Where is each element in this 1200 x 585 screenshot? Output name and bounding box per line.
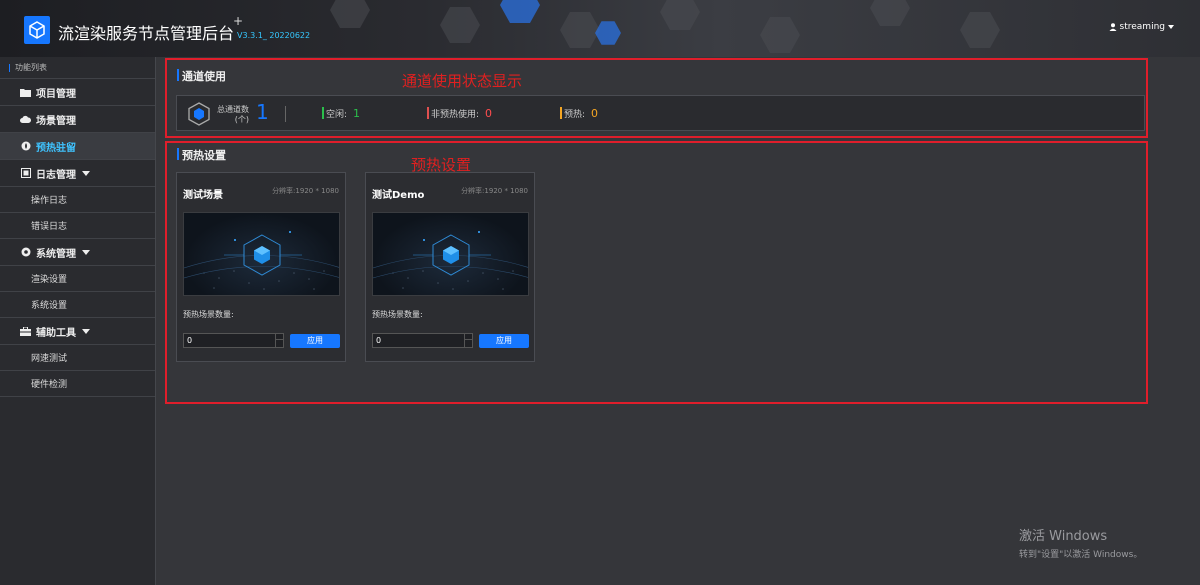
preheat-count-input[interactable] [372, 333, 473, 348]
channel-icon [188, 102, 210, 126]
decor-hex [660, 0, 700, 30]
decor-hex [440, 7, 480, 43]
channel-annotation: 通道使用状态显示 [402, 72, 523, 90]
sidebar-item-preheat[interactable]: 预热驻留 [0, 133, 155, 160]
app-version: V3.3.1_ 20220622 [237, 31, 311, 40]
decor-hex [960, 12, 1000, 48]
scene-card: 测试场景 分辨率:1920 * 1080 预热场景数量: 应用 [176, 172, 346, 362]
decor-hex [760, 17, 800, 53]
scene-card-title: 测试Demo [372, 190, 425, 201]
quantity-stepper[interactable] [275, 333, 284, 348]
sidebar-item-system-settings[interactable]: 系统设置 [0, 292, 155, 318]
chevron-down-icon [82, 328, 90, 334]
flame-icon [20, 141, 31, 152]
channel-title: 通道使用 [177, 68, 226, 84]
header: 流渲染服务节点管理后台 + V3.3.1_ 20220622 streaming [0, 0, 1200, 57]
gear-icon [20, 247, 31, 258]
sidebar-item-hardware-check[interactable]: 硬件检测 [0, 371, 155, 397]
sidebar-heading: 功能列表 [0, 57, 155, 79]
preheat-count-label: 预热场景数量: [183, 310, 234, 319]
app-title: 流渲染服务节点管理后台 [58, 24, 235, 43]
sidebar-item-speed-test[interactable]: 网速测试 [0, 345, 155, 371]
divider [285, 106, 286, 122]
toolbox-icon [20, 326, 31, 337]
scene-card: 测试Demo 分辨率:1920 * 1080 预热场景数量: 应用 [365, 172, 535, 362]
user-menu[interactable]: streaming [1109, 22, 1174, 32]
sidebar-item-system[interactable]: 系统管理 [0, 239, 155, 266]
sidebar-item-project[interactable]: 项目管理 [0, 79, 155, 106]
scene-card-resolution: 分辨率:1920 * 1080 [461, 187, 528, 195]
preheat-stat: 预热: 0 [560, 107, 598, 120]
scene-card-resolution: 分辨率:1920 * 1080 [272, 187, 339, 195]
apply-button[interactable]: 应用 [290, 334, 340, 348]
sidebar-item-tools[interactable]: 辅助工具 [0, 318, 155, 345]
folder-icon [20, 87, 31, 98]
chevron-down-icon [82, 170, 90, 176]
sidebar-item-scene[interactable]: 场景管理 [0, 106, 155, 133]
decor-hex [560, 12, 600, 48]
chevron-down-icon [82, 249, 90, 255]
user-name: streaming [1119, 22, 1165, 32]
decor-hex [500, 0, 540, 23]
sidebar-item-log[interactable]: 日志管理 [0, 160, 155, 187]
windows-activation-watermark: 激活 Windows 转到"设置"以激活 Windows。 [1019, 529, 1143, 560]
busy-stat: 非预热使用: 0 [427, 107, 492, 120]
decor-hex [330, 0, 370, 28]
cloud-icon [20, 114, 31, 125]
preheat-count-label: 预热场景数量: [372, 310, 423, 319]
total-channels-value: 1 [256, 100, 269, 124]
sidebar: 功能列表 项目管理 场景管理 预热驻留 日志管理 操作日志 错误日志 系统管理 … [0, 57, 156, 585]
decor-hex [870, 0, 910, 26]
idle-stat: 空闲: 1 [322, 107, 360, 120]
sidebar-item-operation-log[interactable]: 操作日志 [0, 187, 155, 213]
sidebar-item-error-log[interactable]: 错误日志 [0, 213, 155, 239]
logo-icon [24, 16, 50, 44]
chevron-down-icon [1168, 25, 1174, 29]
decor-hex [595, 21, 621, 45]
app-plus: + [233, 14, 244, 28]
sidebar-item-render-settings[interactable]: 渲染设置 [0, 266, 155, 292]
total-channels-label: 总通道数 (个) [217, 105, 249, 124]
preheat-title: 预热设置 [177, 147, 226, 163]
log-icon [20, 168, 31, 179]
quantity-stepper[interactable] [464, 333, 473, 348]
user-icon [1109, 23, 1117, 31]
apply-button[interactable]: 应用 [479, 334, 529, 348]
scene-thumbnail [372, 212, 529, 296]
channel-stats-bar: 总通道数 (个) 1 空闲: 1 非预热使用: 0 预热: 0 [176, 95, 1145, 131]
scene-thumbnail [183, 212, 340, 296]
scene-card-title: 测试场景 [183, 190, 223, 201]
preheat-count-input[interactable] [183, 333, 284, 348]
